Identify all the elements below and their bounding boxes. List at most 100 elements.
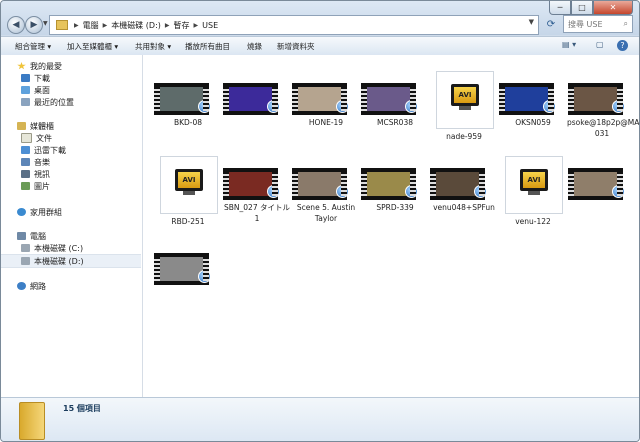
add-to-library-menu[interactable]: 加入至媒體櫃 ▾ [67,41,118,52]
nav-network[interactable]: 網路 [17,280,157,292]
desktop-icon [21,86,30,94]
nav-thunder-downloads[interactable]: 迅雷下載 [21,144,161,156]
chevron-right-icon[interactable]: ▶ [194,22,199,29]
avi-file-icon: AVI [505,156,563,214]
breadcrumb-drive-d[interactable]: 本機磁碟 (D:) [111,20,161,31]
nav-label: 網路 [30,281,46,291]
nav-libraries[interactable]: 媒體櫃 [17,120,157,132]
video-thumbnail [361,168,418,200]
nav-homegroup[interactable]: 家用群組 [17,206,157,218]
thunder-icon [21,146,30,154]
media-player-badge-icon [336,100,349,113]
nav-music[interactable]: 音樂 [21,156,161,168]
thumbnail-image [229,172,272,196]
drive-icon [21,257,30,265]
nav-pictures[interactable]: 圖片 [21,180,161,192]
monitor-icon: AVI [175,169,203,191]
media-player-badge-icon [612,100,625,113]
media-player-badge-icon [612,185,625,198]
nav-drive-c[interactable]: 本機磁碟 (C:) [21,242,161,254]
chevron-right-icon[interactable]: ▶ [103,22,108,29]
video-icon [21,170,30,178]
nav-label: 最近的位置 [34,97,74,107]
breadcrumb-computer[interactable]: 電腦 [83,20,99,31]
preview-pane-button[interactable]: ▢ [596,40,604,49]
search-placeholder: 搜尋 USE [568,19,603,29]
close-button[interactable]: ✕ [593,1,633,15]
documents-icon [21,133,32,143]
chevron-right-icon[interactable]: ▶ [165,22,170,29]
music-icon [21,158,30,166]
media-player-badge-icon [474,185,487,198]
video-thumbnail [223,168,280,200]
help-button[interactable]: ? [617,40,628,51]
nav-computer[interactable]: 電腦 [17,230,157,242]
nav-label: 本機磁碟 (D:) [34,256,84,266]
recent-pages-dropdown[interactable]: ▼ [43,20,48,27]
media-player-badge-icon [543,100,556,113]
forward-button[interactable]: ▶ [25,16,43,34]
media-player-badge-icon [198,100,211,113]
new-folder-button[interactable]: 新增資料夾 [277,41,315,52]
nav-recent-places[interactable]: 最近的位置 [21,96,161,108]
address-bar[interactable]: ▶ 電腦 ▶ 本機磁碟 (D:) ▶ 暫存 ▶ USE ▼ [49,15,539,35]
video-thumbnail [361,83,418,115]
folder-icon [56,20,68,30]
window-controls: ─ □ ✕ [549,1,633,15]
video-thumbnail [430,168,487,200]
back-button[interactable]: ◀ [7,16,25,34]
nav-label: 下載 [34,73,50,83]
monitor-icon: AVI [451,84,479,106]
play-all-button[interactable]: 播放所有曲目 [185,41,230,52]
file-name: nade-959 [446,132,482,141]
nav-downloads[interactable]: 下載 [21,72,161,84]
thumbnail-image [229,87,272,111]
search-input[interactable]: 搜尋 USE ⌕ [563,15,633,33]
file-name: RBD-251 [171,217,205,226]
video-thumbnail [499,83,556,115]
organize-menu[interactable]: 組合管理 ▾ [15,41,51,52]
burn-button[interactable]: 燒錄 [247,41,262,52]
thumbnail-image [160,87,203,111]
computer-icon [17,232,26,240]
media-player-badge-icon [267,100,280,113]
minimize-button[interactable]: ─ [549,1,571,15]
file-name: SBN_027 タイトル 1 [224,203,290,223]
avi-label: AVI [454,87,476,103]
thumbnail-image [367,172,410,196]
maximize-button[interactable]: □ [571,1,593,15]
video-thumbnail [292,168,349,200]
search-icon[interactable]: ⌕ [624,19,628,29]
breadcrumb-temp[interactable]: 暫存 [174,20,190,31]
nav-label: 媒體櫃 [30,121,54,131]
nav-videos[interactable]: 視訊 [21,168,161,180]
network-icon [17,282,26,290]
folder-icon [19,402,45,440]
chevron-right-icon[interactable]: ▶ [74,22,79,29]
libraries-icon [17,122,26,130]
monitor-icon: AVI [520,169,548,191]
view-options-button[interactable]: ▤ ▾ [562,40,576,49]
address-dropdown-icon[interactable]: ▼ [529,18,534,26]
video-thumbnail [154,253,211,285]
title-bar: ─ □ ✕ ◀ ▶ ▼ ▶ 電腦 ▶ 本機磁碟 (D:) ▶ 暫存 ▶ USE … [1,1,639,35]
explorer-window: ─ □ ✕ ◀ ▶ ▼ ▶ 電腦 ▶ 本機磁碟 (D:) ▶ 暫存 ▶ USE … [0,0,640,442]
file-name: HONE-19 [308,118,344,127]
video-thumbnail [568,83,625,115]
monitor-stand [528,191,540,195]
refresh-button[interactable]: ⟳ [542,15,560,33]
nav-label: 視訊 [34,169,50,179]
nav-favorites[interactable]: 我的最愛 [17,60,157,72]
nav-drive-d[interactable]: 本機磁碟 (D:) [1,254,141,268]
nav-documents[interactable]: 文件 [21,132,161,144]
video-thumbnail [292,83,349,115]
share-menu[interactable]: 共用對象 ▾ [135,41,171,52]
breadcrumb-use[interactable]: USE [202,21,218,30]
command-bar: 組合管理 ▾ 加入至媒體櫃 ▾ 共用對象 ▾ 播放所有曲目 燒錄 新增資料夾 ▤… [1,36,639,56]
forward-arrow-icon: ▶ [30,20,38,30]
nav-label: 家用群組 [30,207,62,217]
nav-desktop[interactable]: 桌面 [21,84,161,96]
download-folder-icon [21,74,30,82]
thumbnail-image [298,87,341,111]
avi-label: AVI [178,172,200,188]
